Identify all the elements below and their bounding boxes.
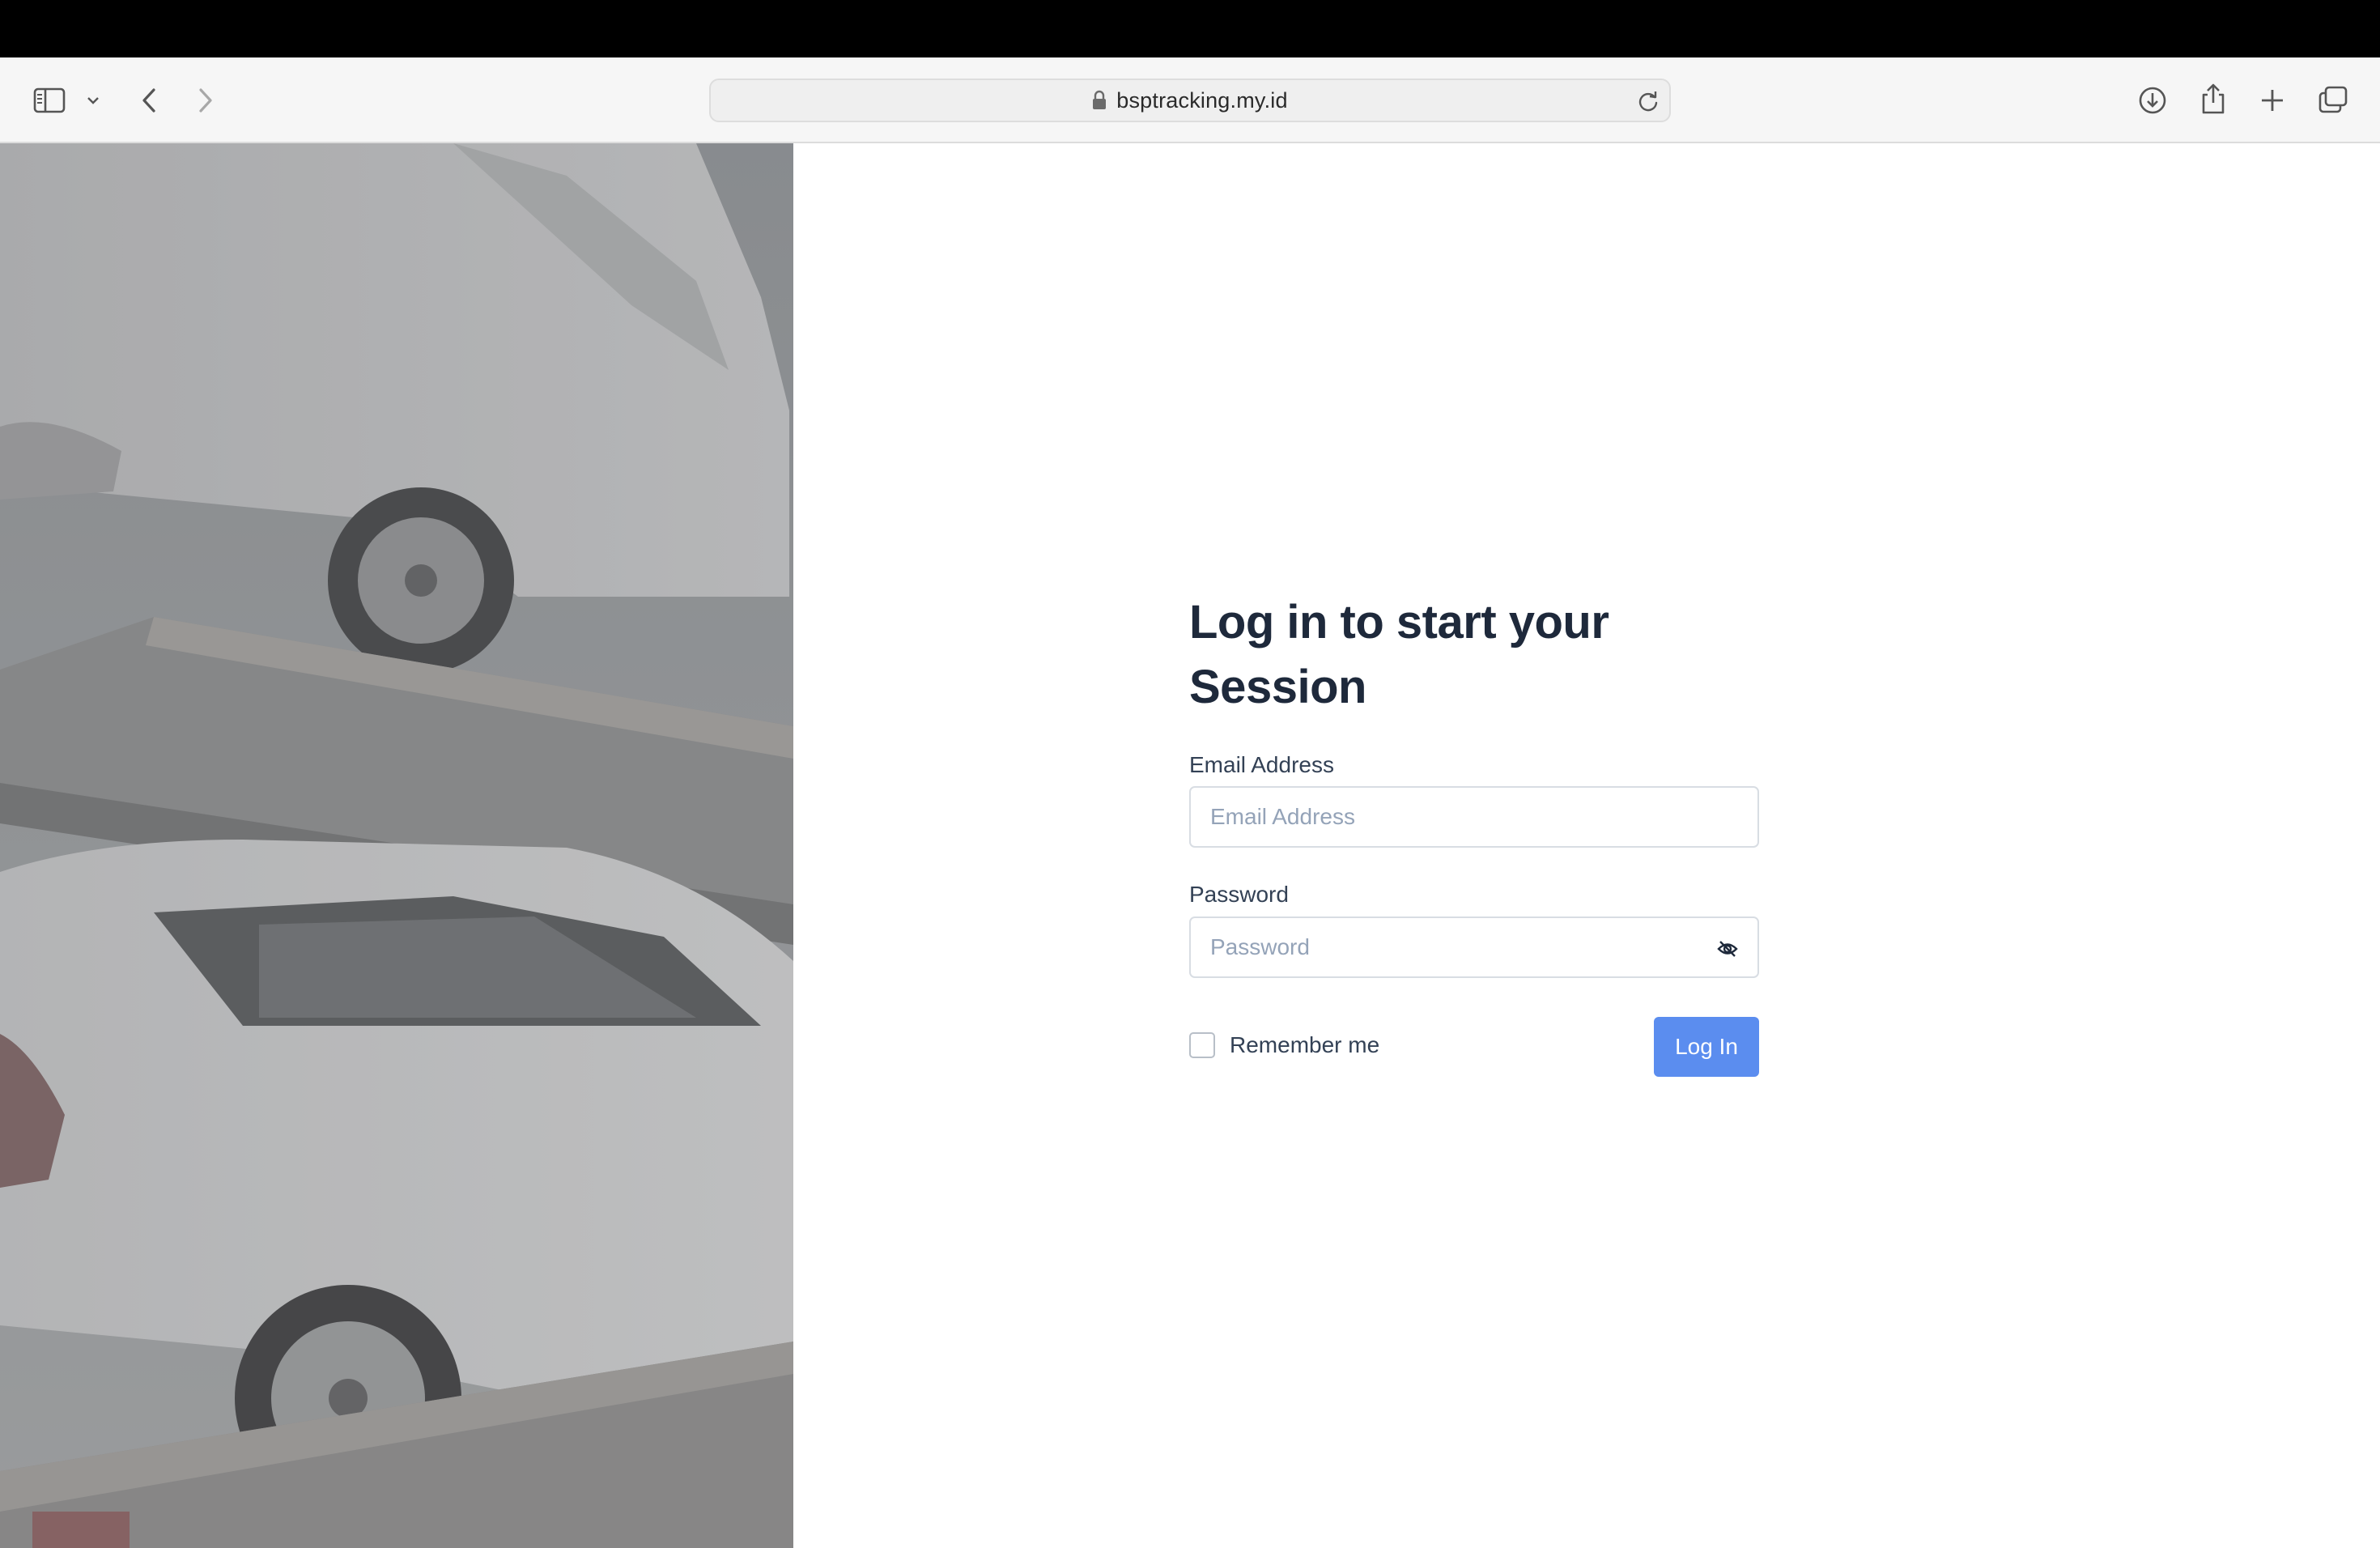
menu-bar <box>0 0 2380 57</box>
email-label: Email Address <box>1189 752 1334 777</box>
browser-toolbar: bsptracking.my.id <box>0 57 2380 143</box>
tab-overview-button[interactable] <box>2317 83 2349 116</box>
login-form: Log in to start your Session Email Addre… <box>1189 590 1759 1077</box>
login-panel: Log in to start your Session Email Addre… <box>793 143 2380 1548</box>
chevron-down-icon <box>87 97 99 104</box>
address-bar[interactable]: bsptracking.my.id <box>709 79 1671 122</box>
remember-me-checkbox[interactable] <box>1189 1032 1215 1058</box>
page-title: Log in to start your Session <box>1189 596 1609 713</box>
plus-icon <box>2262 90 2283 111</box>
forward-arrow-icon <box>199 88 212 113</box>
back-button[interactable] <box>136 85 162 116</box>
new-tab-button[interactable] <box>2257 85 2288 116</box>
lock-icon <box>1093 90 1107 109</box>
downloads-button[interactable] <box>2137 83 2168 117</box>
email-field[interactable]: Email Address <box>1189 786 1759 848</box>
toggle-password-visibility-button[interactable] <box>1717 939 1738 963</box>
sidebar-menu-button[interactable] <box>84 91 102 109</box>
forward-button[interactable] <box>193 85 219 116</box>
hero-image <box>0 143 793 1548</box>
sidebar-icon <box>33 87 66 113</box>
tab-overview-icon <box>2318 86 2348 113</box>
remember-me[interactable]: Remember me <box>1189 1032 1379 1058</box>
back-arrow-icon <box>142 88 155 113</box>
password-label: Password <box>1189 882 1289 907</box>
email-placeholder: Email Address <box>1210 804 1355 829</box>
eye-slash-icon <box>1717 941 1738 957</box>
password-placeholder: Password <box>1210 934 1310 959</box>
download-icon <box>2139 87 2166 114</box>
login-button[interactable]: Log In <box>1654 1017 1759 1077</box>
password-field[interactable]: Password <box>1189 916 1759 978</box>
page-content: Log in to start your Session Email Addre… <box>0 143 2380 1548</box>
reload-icon <box>1638 91 1658 112</box>
share-button[interactable] <box>2197 80 2229 117</box>
remember-me-label: Remember me <box>1230 1032 1380 1057</box>
reload-button[interactable] <box>1637 90 1660 117</box>
url-text: bsptracking.my.id <box>1116 87 1288 113</box>
share-icon <box>2202 83 2225 114</box>
sidebar-toggle-button[interactable] <box>31 85 68 116</box>
